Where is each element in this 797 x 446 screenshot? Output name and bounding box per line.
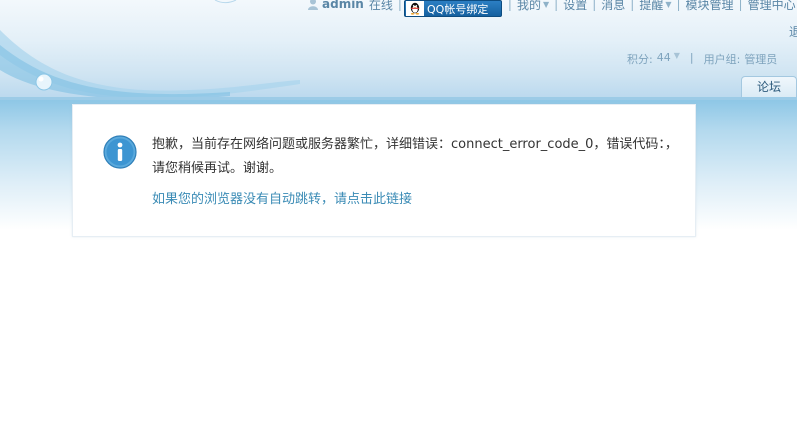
usergroup-label: 用户组: [703,53,741,66]
separator: | [676,0,681,11]
notifications-link[interactable]: 提醒 [639,0,663,13]
chevron-down-icon: ▼ [673,51,680,60]
separator: | [397,0,402,11]
logout-link[interactable]: 退 [789,23,797,40]
top-user-bar: admin 在线 | | 我的 ▼ | 设置 | 消息 | 提醒 ▼ | 模块管… [308,0,796,13]
user-icon [308,0,318,10]
settings-link[interactable]: 设置 [563,0,587,13]
nav-bar-line [0,97,797,100]
admin-center-link[interactable]: 管理中心 [748,0,796,13]
separator: | [689,51,694,64]
messages-link[interactable]: 消息 [601,0,625,13]
error-message-text: 抱歉，当前存在网络问题或服务器繁忙，详细错误：connect_error_cod… [152,137,678,176]
qq-penguin-icon [406,1,424,16]
separator: | [630,0,635,11]
redirect-link[interactable]: 如果您的浏览器没有自动跳转，请点击此链接 [152,188,412,207]
error-message-box: 抱歉，当前存在网络问题或服务器繁忙，详细错误：connect_error_cod… [72,104,696,237]
username-link[interactable]: admin [322,0,364,11]
tab-forum[interactable]: 论坛 [741,76,797,98]
water-swoosh-decoration [0,0,300,100]
my-menu-link[interactable]: 我的 [517,0,541,13]
separator: | [554,0,559,11]
online-status: 在线 [368,0,393,12]
separator: | [592,0,597,11]
usergroup-value[interactable]: 管理员 [744,51,777,67]
separator: | [507,0,512,11]
qq-bind-button[interactable]: QQ帐号绑定 [404,0,502,17]
user-credits-bar: 积分: 44 ▼ | 用户组: 管理员 [627,51,777,67]
module-manage-link[interactable]: 模块管理 [686,0,734,13]
separator: | [738,0,743,11]
qq-bind-label: QQ帐号绑定 [427,2,489,16]
chevron-down-icon: ▼ [665,0,672,9]
credits-value[interactable]: 44 [657,51,671,67]
credits-label: 积分: [627,53,653,66]
info-icon [103,135,137,169]
chevron-down-icon: ▼ [542,0,550,9]
